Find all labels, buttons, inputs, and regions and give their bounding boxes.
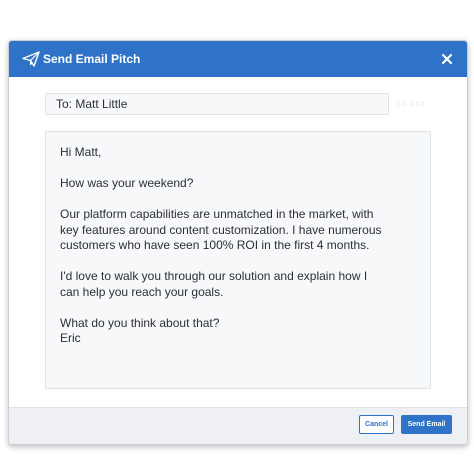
message-closing: What do you think about that? Eric	[60, 315, 220, 346]
cancel-button[interactable]: Cancel	[359, 415, 394, 434]
dialog-title: Send Email Pitch	[43, 52, 141, 66]
cc-bcc-hint[interactable]: cc bcc	[397, 95, 426, 113]
message-paragraph: I'd love to walk you through our solutio…	[60, 269, 368, 299]
recipient-field[interactable]: To: Matt Little	[45, 93, 389, 115]
message-greeting: Hi Matt,	[60, 145, 102, 159]
paper-plane-icon	[22, 51, 40, 67]
dialog-header: Send Email Pitch	[9, 41, 467, 77]
message-body-textarea[interactable]: Hi Matt, How was your weekend? Our platf…	[45, 131, 431, 389]
message-line: How was your weekend?	[60, 176, 194, 190]
close-icon[interactable]	[439, 51, 455, 67]
send-email-pitch-dialog: Send Email Pitch To: Matt Little cc bcc …	[8, 40, 468, 445]
message-paragraph: Our platform capabilities are unmatched …	[60, 207, 382, 252]
dialog-body: To: Matt Little cc bcc Hi Matt, How was …	[9, 77, 467, 407]
dialog-footer: Cancel Send Email	[9, 407, 467, 444]
send-email-button[interactable]: Send Email	[401, 415, 452, 434]
